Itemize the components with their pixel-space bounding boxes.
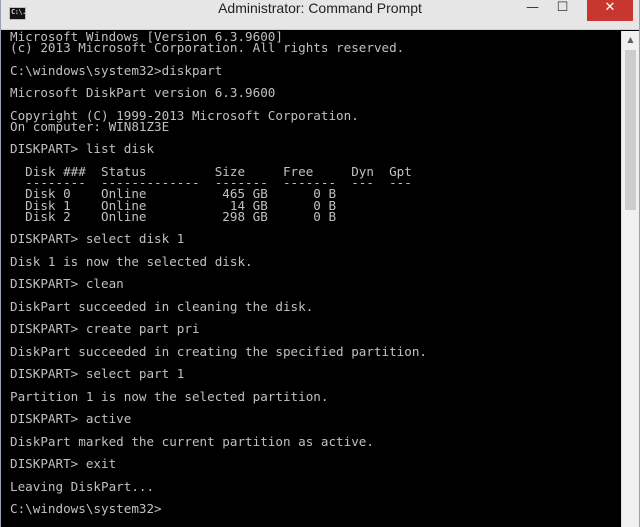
console-line: DiskPart marked the current partition as… bbox=[10, 433, 374, 449]
console-line: DISKPART> select part 1 bbox=[10, 366, 185, 382]
scrollbar-thumb[interactable] bbox=[625, 50, 636, 210]
maximize-button[interactable]: ☐ bbox=[549, 0, 576, 21]
console-line: DiskPart succeeded in creating the speci… bbox=[10, 343, 428, 359]
console-line: DISKPART> list disk bbox=[10, 141, 155, 157]
minimize-button[interactable]: — bbox=[519, 0, 546, 21]
console-line: DISKPART> select disk 1 bbox=[10, 231, 185, 247]
console-line: DiskPart succeeded in cleaning the disk. bbox=[10, 298, 314, 314]
console-line: DISKPART> active bbox=[10, 411, 132, 427]
console-line: DISKPART> create part pri bbox=[10, 321, 200, 337]
console-line: Disk 1 is now the selected disk. bbox=[10, 253, 253, 269]
console-line: C:\windows\system32>diskpart bbox=[10, 62, 223, 78]
close-button[interactable]: ✕ bbox=[587, 0, 633, 21]
console-line: (c) 2013 Microsoft Corporation. All righ… bbox=[10, 40, 405, 56]
vertical-scrollbar[interactable]: ▲ bbox=[621, 31, 639, 527]
console-line: Leaving DiskPart... bbox=[10, 478, 155, 494]
console-line: C:\windows\system32> bbox=[10, 501, 162, 517]
title-bar[interactable]: C:\. Administrator: Command Prompt — ☐ ✕ bbox=[1, 0, 639, 30]
console-output[interactable]: Microsoft Windows [Version 6.3.9600] (c) … bbox=[10, 31, 622, 527]
console-line: Microsoft DiskPart version 6.3.9600 bbox=[10, 85, 276, 101]
scroll-up-arrow-icon[interactable]: ▲ bbox=[622, 31, 639, 48]
console-line: DISKPART> clean bbox=[10, 276, 124, 292]
console-line: Partition 1 is now the selected partitio… bbox=[10, 388, 329, 404]
console-line: DISKPART> exit bbox=[10, 456, 117, 472]
command-prompt-window: C:\. Administrator: Command Prompt — ☐ ✕… bbox=[0, 0, 640, 527]
console-line: Disk 2 Online 298 GB 0 B bbox=[10, 208, 337, 224]
